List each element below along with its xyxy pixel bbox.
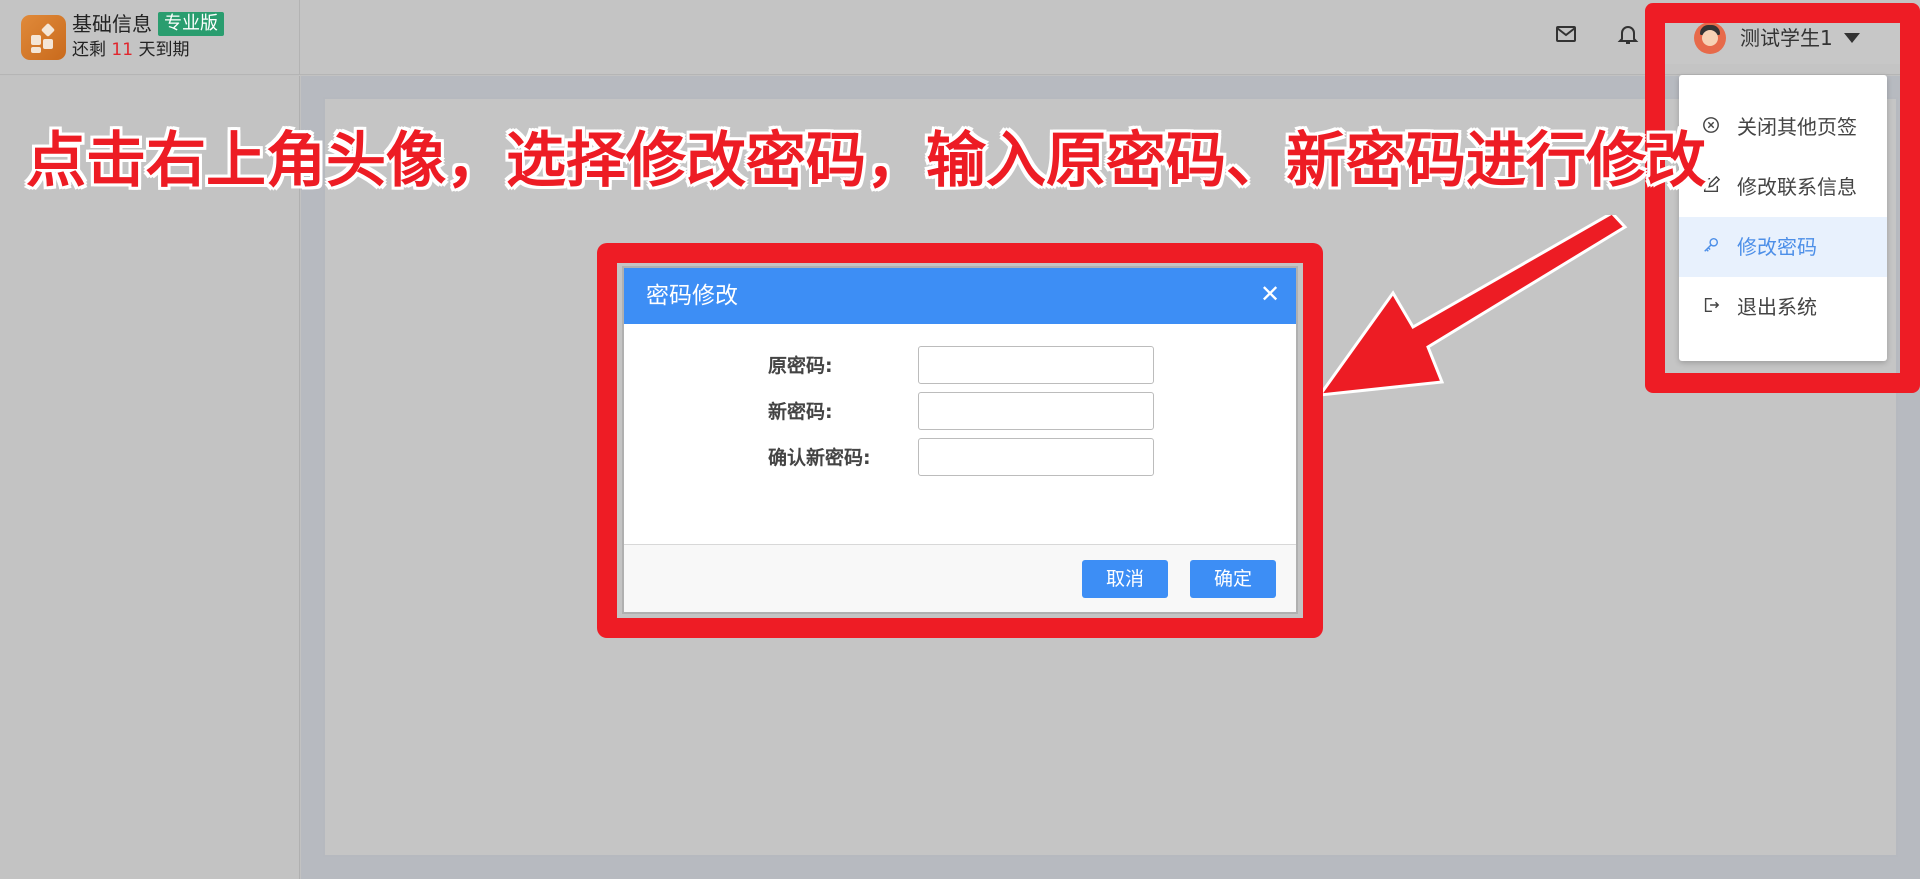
cancel-button[interactable]: 取消 xyxy=(1082,560,1168,598)
new-password-input[interactable] xyxy=(918,392,1154,430)
expire-notice: 还剩 11 天到期 xyxy=(72,39,189,61)
confirm-password-input[interactable] xyxy=(918,438,1154,476)
expire-prefix: 还剩 xyxy=(72,40,106,60)
app-name-text: 基础信息 xyxy=(72,12,152,36)
instruction-banner: 点击右上角头像，选择修改密码，输入原密码、新密码进行修改 xyxy=(26,126,1706,196)
dialog-footer: 取消 确定 xyxy=(624,544,1296,612)
mail-icon[interactable] xyxy=(1552,22,1580,50)
brand-area: 基础信息 专业版 还剩 11 天到期 xyxy=(0,0,300,75)
dialog-header: 密码修改 ✕ xyxy=(624,268,1296,324)
old-password-label: 原密码: xyxy=(768,355,833,377)
edition-badge: 专业版 xyxy=(158,12,224,36)
app-logo-icon xyxy=(21,15,66,60)
expire-days: 11 xyxy=(111,40,134,60)
bell-icon[interactable] xyxy=(1614,22,1642,50)
app-name: 基础信息 专业版 xyxy=(72,12,224,36)
expire-suffix: 天到期 xyxy=(138,40,190,60)
new-password-label: 新密码: xyxy=(768,401,833,423)
pointer-arrow-icon xyxy=(1320,215,1628,397)
close-icon[interactable]: ✕ xyxy=(1256,280,1284,308)
dialog-title: 密码修改 xyxy=(646,283,738,309)
highlight-box-menu xyxy=(1645,3,1920,393)
confirm-button[interactable]: 确定 xyxy=(1190,560,1276,598)
old-password-input[interactable] xyxy=(918,346,1154,384)
password-change-dialog: 密码修改 ✕ 原密码: 新密码: 确认新密码: 取消 确定 xyxy=(622,266,1298,614)
top-bar: 基础信息 专业版 还剩 11 天到期 xyxy=(0,0,1920,75)
confirm-password-label: 确认新密码: xyxy=(768,447,871,469)
